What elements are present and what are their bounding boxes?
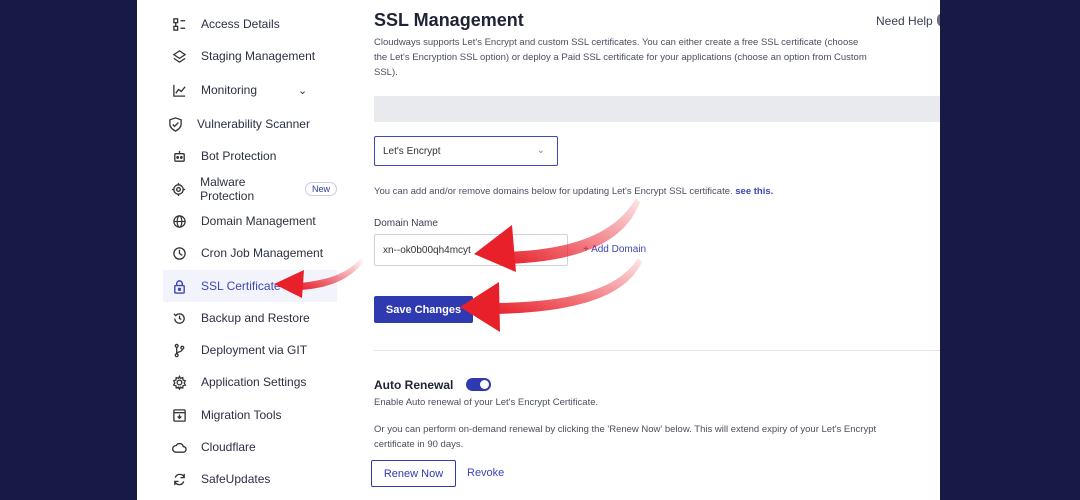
sidebar-item-label: Cloudflare [201, 440, 256, 454]
www-icon [171, 213, 187, 229]
sidebar-item-label: Application Settings [201, 375, 307, 389]
sidebar-item-label: SafeUpdates [201, 472, 271, 486]
sidebar-item-safeupdates[interactable]: SafeUpdates [163, 463, 337, 495]
sidebar-item-label: SSL Certificate [201, 279, 281, 293]
sidebar-item-label: Staging Management [201, 49, 316, 63]
chart-icon [171, 82, 187, 98]
main-content: SSL Management Need Help Cloudways suppo… [371, 0, 940, 500]
sidebar-item-access-details[interactable]: Access Details [163, 8, 337, 40]
sidebar-item-ssl-certificate[interactable]: SSL Certificate [163, 270, 337, 302]
toggle-knob [480, 380, 489, 389]
auto-renewal-toggle[interactable] [466, 378, 491, 391]
sidebar-item-deployment-via-git[interactable]: Deployment via GIT [163, 334, 337, 366]
gear-icon [171, 374, 187, 390]
auto-renewal-description: Enable Auto renewal of your Let's Encryp… [374, 397, 599, 408]
renew-now-button[interactable]: Renew Now [371, 460, 456, 487]
sidebar-item-label: Domain Management [201, 214, 316, 228]
ssl-type-select[interactable]: Let's Encrypt ⌄ [374, 136, 558, 166]
save-changes-button[interactable]: Save Changes [374, 296, 473, 323]
divider [374, 350, 940, 351]
sidebar-item-migration-tools[interactable]: Migration Tools [163, 399, 337, 431]
sidebar-item-label: Monitoring [201, 83, 258, 97]
need-help-link[interactable]: Need Help [876, 14, 933, 28]
sidebar-item-application-settings[interactable]: Application Settings [163, 366, 337, 398]
sidebar-item-staging-management[interactable]: Staging Management [163, 40, 337, 72]
help-widget-icon[interactable] [937, 13, 940, 27]
domain-name-input[interactable] [374, 234, 568, 266]
new-badge: New [304, 182, 337, 196]
restore-icon [171, 310, 187, 326]
malware-icon [171, 181, 186, 197]
sidebar-item-bot-protection[interactable]: Bot Protection [163, 140, 337, 172]
ssl-description: Cloudways supports Let's Encrypt and cus… [374, 37, 867, 78]
sidebar-item-label: Migration Tools [201, 408, 282, 422]
clock-icon [171, 245, 187, 261]
chevron-down-icon: ⌄ [536, 145, 545, 156]
page-title: SSL Management [374, 10, 524, 30]
sidebar-item-label: Access Details [201, 17, 280, 31]
lock-icon [171, 278, 187, 294]
sidebar-item-label: Backup and Restore [201, 311, 310, 325]
sidebar-item-cron-job-management[interactable]: Cron Job Management [163, 237, 337, 269]
sidebar-item-label: Malware Protection [200, 175, 255, 203]
sidebar-item-label: Deployment via GIT [201, 343, 308, 357]
sidebar-item-monitoring[interactable]: Monitoring ⌄ [163, 74, 337, 106]
app-frame: Access Details Staging Management Monito… [137, 0, 940, 500]
chevron-down-icon[interactable]: ⌄ [298, 84, 307, 97]
sidebar: Access Details Staging Management Monito… [137, 0, 337, 500]
git-branch-icon [171, 342, 187, 358]
sidebar-item-label: Cron Job Management [201, 246, 324, 260]
ssl-type-value: Let's Encrypt [383, 145, 441, 157]
add-domain-link[interactable]: + Add Domain [583, 244, 646, 255]
sidebar-item-label: Bot Protection [201, 149, 277, 163]
cloud-icon [171, 439, 187, 455]
ssl-type-bar [374, 96, 940, 122]
domain-name-label: Domain Name [374, 218, 438, 229]
auto-renewal-title: Auto Renewal [374, 378, 454, 392]
see-this-link[interactable]: see this. [735, 186, 773, 197]
renew-description: Or you can perform on-demand renewal by … [374, 424, 877, 450]
refresh-icon [171, 471, 187, 487]
sidebar-item-malware-protection[interactable]: Malware Protection New [163, 173, 337, 205]
sidebar-item-domain-management[interactable]: Domain Management [163, 205, 337, 237]
access-details-icon [171, 16, 187, 32]
sidebar-item-backup-and-restore[interactable]: Backup and Restore [163, 302, 337, 334]
sidebar-item-vulnerability-scanner[interactable]: Vulnerability Scanner [163, 108, 337, 140]
domain-info-text: You can add and/or remove domains below … [374, 186, 774, 197]
sidebar-item-cloudflare[interactable]: Cloudflare [163, 431, 337, 463]
migration-icon [171, 407, 187, 423]
shield-scan-icon [167, 116, 183, 132]
sidebar-item-label: Vulnerability Scanner [197, 117, 310, 131]
bot-icon [171, 148, 187, 164]
layers-icon [171, 48, 187, 64]
revoke-link[interactable]: Revoke [467, 467, 504, 479]
